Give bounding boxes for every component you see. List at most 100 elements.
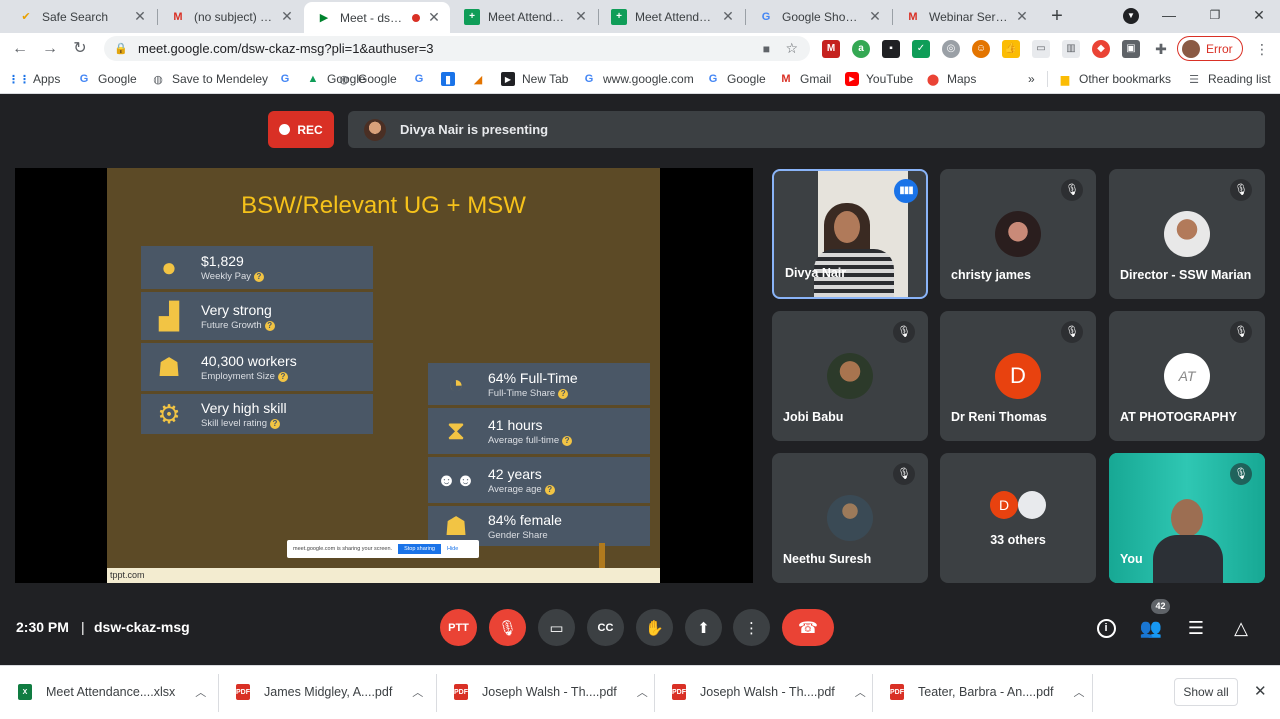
tab-meet[interactable]: ▶ Meet - dsw-c ✕: [304, 2, 450, 33]
minimize-icon[interactable]: —: [1146, 0, 1192, 30]
download-separator: [1092, 674, 1093, 712]
meeting-time: 2:30 PM: [16, 619, 69, 635]
extension-screen-icon[interactable]: ▣: [1122, 40, 1140, 58]
close-icon[interactable]: ✕: [132, 8, 148, 25]
camera-in-use-icon[interactable]: ■: [763, 42, 770, 56]
close-window-icon[interactable]: ✕: [1236, 0, 1280, 30]
close-downloads-icon[interactable]: ✕: [1254, 682, 1267, 700]
chat-button[interactable]: ☰: [1183, 615, 1209, 641]
raise-hand-button[interactable]: ✋: [636, 609, 673, 646]
extension-tv-icon[interactable]: ▪: [882, 40, 900, 58]
chevron-up-icon[interactable]: ︿: [637, 684, 648, 700]
tab-safe-search[interactable]: ✔ Safe Search ✕: [6, 4, 156, 29]
bookmark-google-1[interactable]: G Google: [77, 70, 137, 88]
reload-icon[interactable]: ↻: [68, 37, 92, 61]
tab-meet-attendance-1[interactable]: + Meet Attendance ✕: [452, 4, 597, 29]
leave-call-button[interactable]: ☎: [782, 609, 834, 646]
bookmark-google-2[interactable]: ◍ Google: [337, 70, 397, 88]
bookmark-youtube[interactable]: ▶ YouTube: [845, 70, 913, 88]
new-tab-button[interactable]: +: [1044, 5, 1070, 29]
bookmark-mendeley[interactable]: ◍ Save to Mendeley: [151, 70, 268, 88]
participant-name: Dr Reni Thomas: [951, 410, 1047, 424]
chevron-up-icon[interactable]: ︿: [1074, 684, 1085, 700]
extension-thumb-icon[interactable]: 👍: [1002, 40, 1020, 58]
bookmark-new-tab[interactable]: ▶ New Tab: [501, 70, 568, 88]
participant-tile-christy-james[interactable]: 🎙 christy james: [940, 169, 1096, 299]
restore-icon[interactable]: ❐: [1192, 0, 1238, 30]
menu-kebab-icon[interactable]: ⋮: [1250, 37, 1274, 61]
participant-tile-jobi-babu[interactable]: 🎙 Jobi Babu: [772, 311, 928, 441]
download-item-pdf-3[interactable]: PDF Joseph Walsh - Th....pdf ︿: [672, 681, 866, 703]
tab-gmail[interactable]: M (no subject) - cha ✕: [158, 4, 303, 29]
extensions-puzzle-icon[interactable]: ✚: [1152, 40, 1170, 58]
captions-button[interactable]: CC: [587, 609, 624, 646]
bookmark-www-google[interactable]: Gwww.google.com: [582, 70, 694, 88]
chevron-up-icon[interactable]: ︿: [855, 684, 866, 700]
bookmark-other[interactable]: ▆ Other bookmarks: [1058, 70, 1171, 88]
reading-list[interactable]: ☰ Reading list: [1187, 70, 1271, 88]
bookmark-google-g[interactable]: G: [278, 70, 299, 88]
participant-tile-divya-nair[interactable]: ▮▮▮ Divya Nair: [772, 169, 928, 299]
camera-button[interactable]: ▭: [538, 609, 575, 646]
tab-meet-attendance-2[interactable]: + Meet Attendance ✕: [599, 4, 744, 29]
chevron-up-icon[interactable]: ︿: [195, 684, 206, 700]
bookmark-star-icon[interactable]: ☆: [785, 40, 798, 57]
back-arrow-icon[interactable]: ←: [8, 37, 32, 61]
bookmarks-bar: ⋮⋮ Apps G Google ◍ Save to Mendeley G ▲ Goog…: [0, 64, 1280, 94]
download-item-pdf-4[interactable]: PDF Teater, Barbra - An....pdf ︿: [890, 681, 1085, 703]
push-to-talk-button[interactable]: PTT: [440, 609, 477, 646]
close-icon[interactable]: ✕: [279, 8, 295, 25]
bookmark-gmail[interactable]: M Gmail: [779, 70, 831, 88]
extension-chart-icon[interactable]: ▥: [1062, 40, 1080, 58]
present-screen-button[interactable]: ⬆: [685, 609, 722, 646]
download-item-pdf-1[interactable]: PDF James Midgley, A....pdf ︿: [236, 681, 423, 703]
participant-tile-director[interactable]: 🎙 Director - SSW Marian: [1109, 169, 1265, 299]
bookmark-google-3[interactable]: G Google: [706, 70, 766, 88]
bookmark-blue-icon[interactable]: ▮: [441, 70, 462, 88]
close-icon[interactable]: ✕: [573, 8, 589, 25]
close-icon[interactable]: ✕: [867, 8, 883, 25]
tab-google-shopping[interactable]: G Google Shopping ✕: [746, 4, 891, 29]
meeting-details-button[interactable]: i: [1093, 615, 1119, 641]
pdf-file-icon: PDF: [672, 684, 686, 700]
more-options-button[interactable]: ⋮: [733, 609, 770, 646]
show-all-downloads-button[interactable]: Show all: [1174, 678, 1238, 706]
bookmarks-overflow[interactable]: »: [1028, 70, 1035, 88]
profile-error-button[interactable]: Error: [1177, 36, 1243, 61]
participant-tile-dr-reni-thomas[interactable]: 🎙 D Dr Reni Thomas: [940, 311, 1096, 441]
participant-tile-others[interactable]: D 33 others: [940, 453, 1096, 583]
download-item-pdf-2[interactable]: PDF Joseph Walsh - Th....pdf ︿: [454, 681, 648, 703]
extension-check-icon[interactable]: ✓: [912, 40, 930, 58]
slide-title: BSW/Relevant UG + MSW: [241, 192, 526, 219]
people-button[interactable]: 👥: [1138, 615, 1164, 641]
activities-button[interactable]: △: [1228, 615, 1254, 641]
extension-shield-icon[interactable]: ◆: [1092, 40, 1110, 58]
presentation-stage[interactable]: BSW/Relevant UG + MSW ● $1,829 Weekly Pay…: [15, 168, 753, 583]
bookmark-chart[interactable]: ◢: [471, 70, 492, 88]
participant-tile-you[interactable]: 🎙 You: [1109, 453, 1265, 583]
extension-grammar-icon[interactable]: a: [852, 40, 870, 58]
mic-off-icon: 🎙: [1061, 321, 1083, 343]
bookmark-maps[interactable]: ⬤ Maps: [926, 70, 977, 88]
extension-avatar-icon[interactable]: ☺: [972, 40, 990, 58]
address-bar[interactable]: 🔒 meet.google.com/dsw-ckaz-msg?pli=1&aut…: [104, 36, 810, 61]
download-item-xlsx[interactable]: X Meet Attendance....xlsx ︿: [18, 681, 206, 703]
extension-circle-icon[interactable]: ◎: [942, 40, 960, 58]
close-icon[interactable]: ✕: [720, 8, 736, 25]
close-icon[interactable]: ✕: [426, 9, 442, 26]
bookmark-apps[interactable]: ⋮⋮ Apps: [8, 70, 60, 88]
stop-sharing-button[interactable]: Stop sharing: [398, 544, 441, 554]
participant-tile-at-photography[interactable]: 🎙 AT AT PHOTOGRAPHY: [1109, 311, 1265, 441]
extension-mendeley-icon[interactable]: M: [822, 40, 840, 58]
hide-notice-button[interactable]: Hide: [447, 546, 458, 552]
participant-tile-neethu-suresh[interactable]: 🎙 Neethu Suresh: [772, 453, 928, 583]
close-icon[interactable]: ✕: [1014, 8, 1030, 25]
extension-window-icon[interactable]: ▭: [1032, 40, 1050, 58]
microphone-button[interactable]: 🎙: [489, 609, 526, 646]
tab-webinar[interactable]: M Webinar Series o ✕: [893, 4, 1038, 29]
lock-icon: 🔒: [114, 43, 128, 55]
chevron-up-icon[interactable]: ︿: [412, 684, 423, 700]
forward-arrow-icon[interactable]: →: [38, 37, 62, 61]
slide-card-full-time: ◔ 64% Full-Time Full-Time Share?: [428, 363, 650, 405]
bookmark-google-g2[interactable]: G: [412, 70, 433, 88]
